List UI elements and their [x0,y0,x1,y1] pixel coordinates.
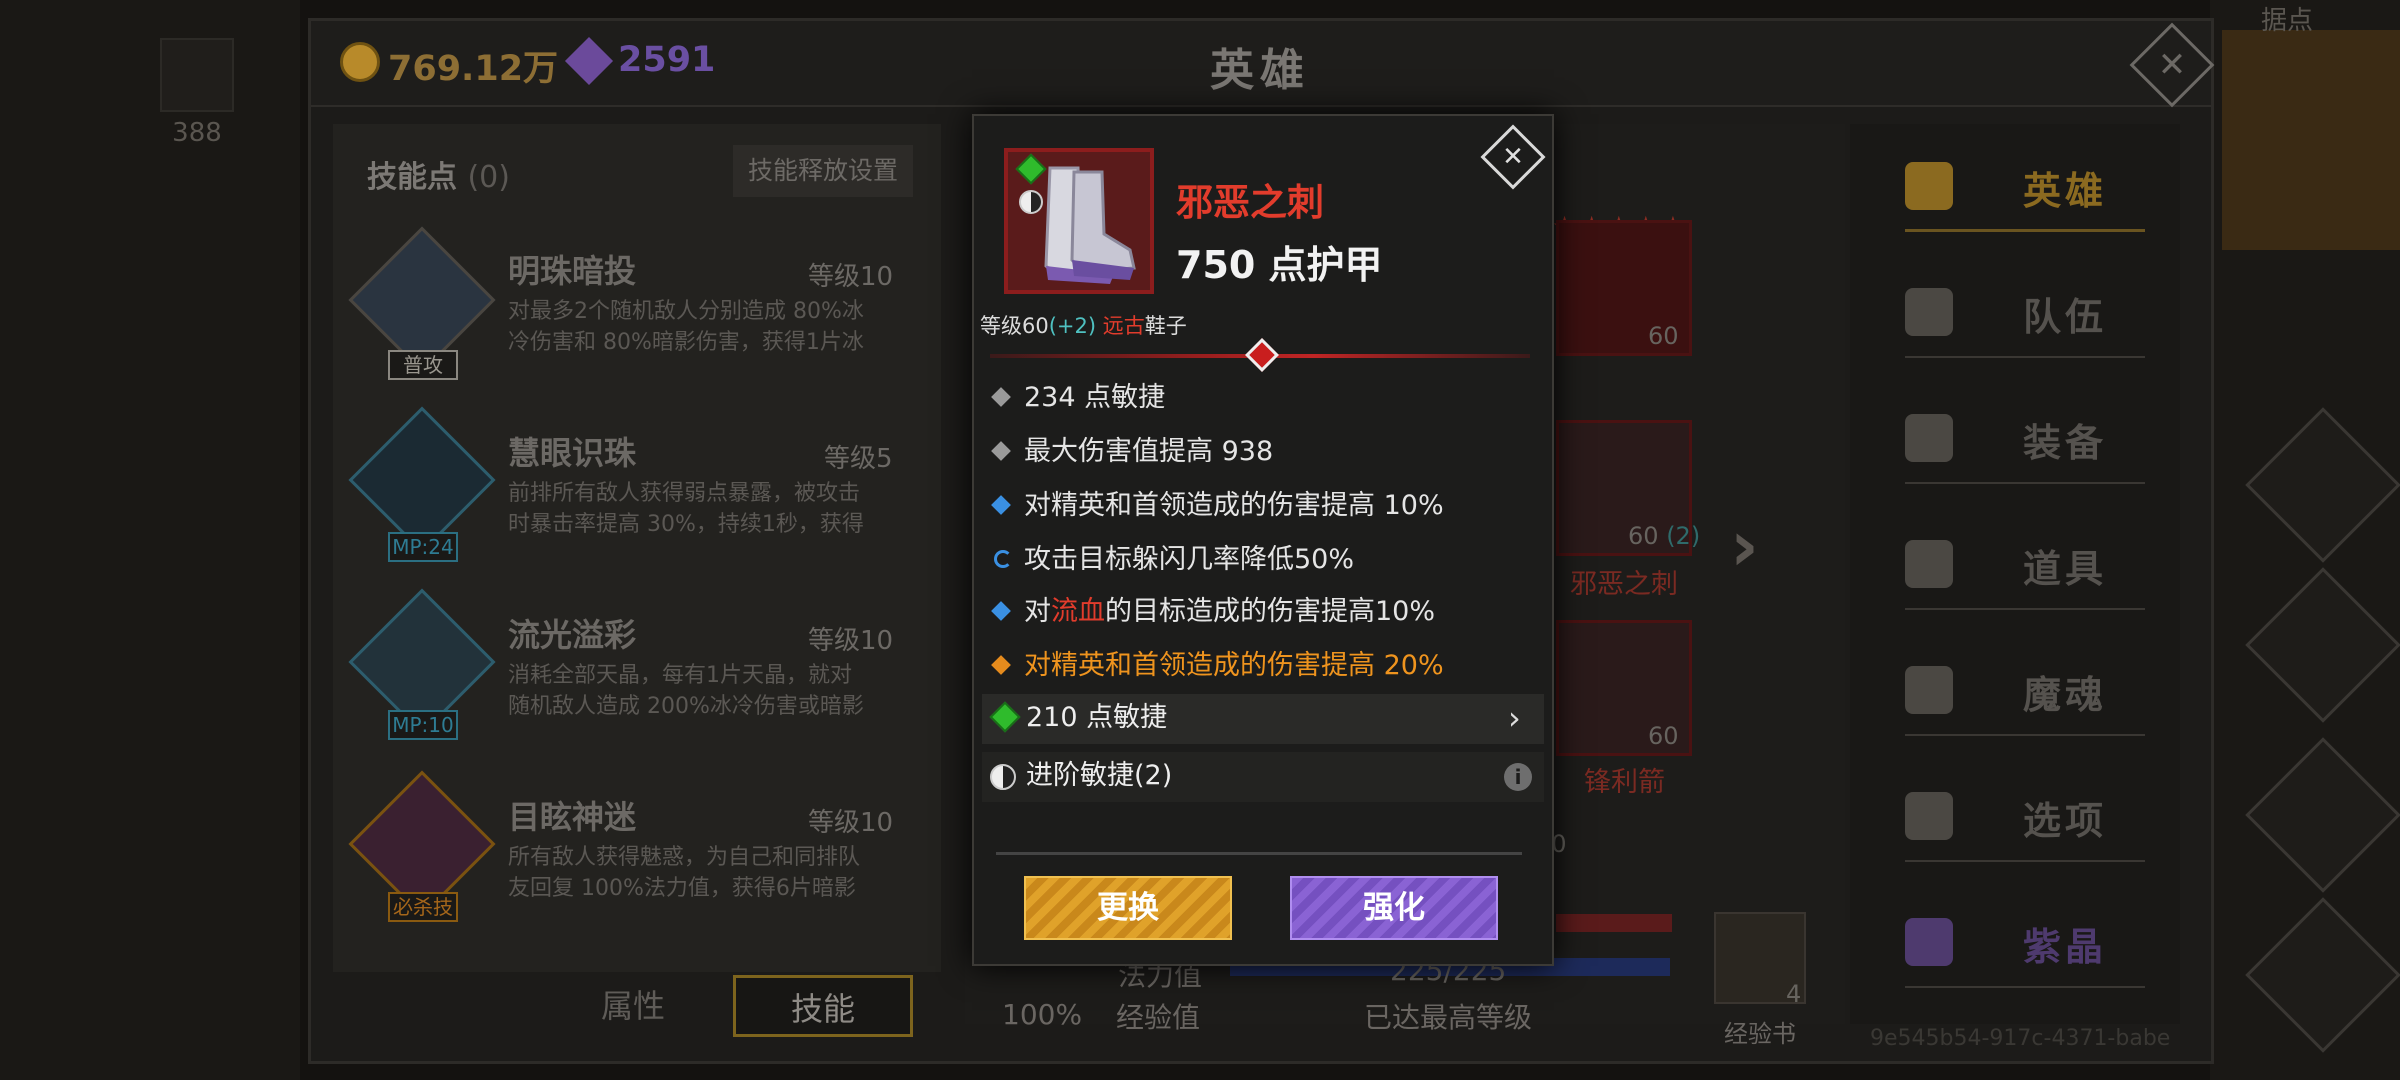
skill-level: 等级5 [824,444,893,474]
bag-icon [1905,540,1953,588]
minimap [2222,30,2400,250]
skill-tag: MP:24 [388,532,458,562]
sidebar-item-options[interactable]: 选项 [1905,770,2145,862]
sidebar-item-label: 英雄 [2023,169,2108,213]
refresh-icon [994,549,1012,568]
skill-description: 消耗全部天晶，每有1片天晶，就对 随机敌人造成 200%冰冷伤害或暗影 [508,663,864,719]
yin-yang-icon [1019,190,1043,214]
gold-amount: 769.12万 [388,49,559,89]
stat-line-legendary: 对精英和首领造成的伤害提高 20% [991,644,1444,688]
arrow-slot-name: 锋利箭 [1584,767,1665,798]
sidebar-item-crystal[interactable]: 紫晶 [1905,896,2145,988]
hp-bar [1556,914,1672,932]
skill-description: 对最多2个随机敌人分别造成 80%冰 冷伤害和 80%暗影伤害，获得1片冰 [508,299,864,355]
skill-name: 慧眼识珠 [508,434,637,472]
gear-icon [1905,792,1953,840]
window-title: 英雄 [1210,45,1310,96]
sidebar-item-label: 魔魂 [2023,673,2108,717]
skill-row[interactable]: 必杀技 目眩神迷 等级10 所有敌人获得魅惑，为自己和同排队 友回复 100%法力… [348,770,910,922]
helmet-icon [1905,414,1953,462]
session-id: 9e545b54-917c-4371-babe [1870,1026,2171,1051]
external-label: 据点 [2260,6,2313,36]
stat-line: 对流血的目标造成的伤害提高10% [991,590,1435,634]
gem-amount: 2591 [618,40,716,80]
close-icon: ✕ [1502,142,1524,172]
skill-points-label: 技能点 [367,160,457,195]
sidebar-item-team[interactable]: 队伍 [1905,266,2145,358]
tab-attributes[interactable]: 属性 [543,975,723,1037]
hero-level: 60 [1648,322,1679,350]
flame-icon [1905,666,1953,714]
sidebar-item-items[interactable]: 道具 [1905,518,2145,610]
skill-name: 明珠暗投 [508,252,637,290]
item-name: 邪恶之刺 [1176,181,1324,224]
flag-icon [1905,288,1953,336]
skill-level: 等级10 [808,262,894,292]
arrow-slot-level: 60 [1648,722,1679,750]
yin-yang-icon [990,764,1016,790]
stat-line: 最大伤害值提高 938 [991,430,1273,474]
sidebar-item-label: 队伍 [2023,295,2108,339]
sidebar-item-hero[interactable]: 英雄 [1905,140,2145,232]
socketed-gem-stat: 210 点敏捷 [1026,702,1168,733]
background-left [0,0,300,1080]
stat-line: 攻击目标躲闪几率降低50% [994,538,1354,582]
exp-value: 已达最高等级 [1364,1001,1533,1034]
exp-book-label: 经验书 [1724,1020,1796,1048]
exp-book-count: 4 [1786,980,1802,1008]
skill-level: 等级10 [808,808,894,838]
sidebar-item-label: 选项 [2023,799,2108,843]
skill-points: 技能点 (0) [367,152,510,196]
hero-icon [1905,162,1953,210]
external-count: 388 [172,118,222,148]
skill-row[interactable]: MP:24 慧眼识珠 等级5 前排所有敌人获得弱点暴露，被攻击 时暴击率提高 30… [348,406,910,562]
upgrade-button[interactable]: 强化 [1290,876,1498,940]
sidebar-item-soul[interactable]: 魔魂 [1905,644,2145,736]
boots-slot-level: 60 (2) [1628,522,1701,550]
close-icon: ✕ [2157,45,2187,85]
coin-icon [340,42,380,82]
skill-name: 目眩神迷 [508,798,637,836]
sidebar-item-label: 紫晶 [2023,925,2108,969]
item-armor: 750 点护甲 [1176,243,1383,287]
skill-points-value: (0) [467,160,510,195]
skill-row[interactable]: 普攻 明珠暗投 等级10 对最多2个随机敌人分别造成 80%冰 冷伤害和 80%暗… [348,226,910,380]
skill-name: 流光溢彩 [508,616,637,654]
sidebar-item-equipment[interactable]: 装备 [1905,392,2145,484]
sidebar-item-label: 道具 [2023,547,2108,591]
external-slot-icon [160,38,234,112]
crystal-icon [1905,918,1953,966]
boots-icon [1044,166,1136,284]
divider [996,852,1522,855]
info-icon[interactable]: i [1504,763,1532,791]
skill-row[interactable]: MP:10 流光溢彩 等级10 消耗全部天晶，每有1片天晶，就对 随机敌人造成 2… [348,588,910,740]
skill-description: 前排所有敌人获得弱点暴露，被攻击 时暴击率提高 30%，持续1秒，获得 [508,481,864,537]
skill-tag: MP:10 [388,710,458,740]
skill-level: 等级10 [808,626,894,656]
boots-slot-name: 邪恶之刺 [1570,569,1678,600]
swap-button[interactable]: 更换 [1024,876,1232,940]
skill-tag: 普攻 [388,350,458,380]
exp-label: 经验值 [1116,1001,1201,1034]
skill-description: 所有敌人获得魅惑，为自己和同排队 友回复 100%法力值，获得6片暗影 [508,845,861,901]
item-meta: 等级60(+2) 远古鞋子 [980,314,1187,338]
skill-release-settings-button[interactable]: 技能释放设置 [733,145,913,197]
hp-percent: 100% [1002,998,1083,1031]
sidebar-item-label: 装备 [2023,421,2108,465]
advanced-stat: 进阶敏捷(2) [1026,760,1173,791]
stat-line: 234 点敏捷 [991,376,1165,420]
stat-line: 对精英和首领造成的伤害提高 10% [991,484,1444,528]
chevron-right-icon[interactable]: › [1730,505,1759,587]
chevron-right-icon: › [1508,699,1521,737]
tab-skills[interactable]: 技能 [733,975,913,1037]
skill-tag: 必杀技 [388,892,458,922]
